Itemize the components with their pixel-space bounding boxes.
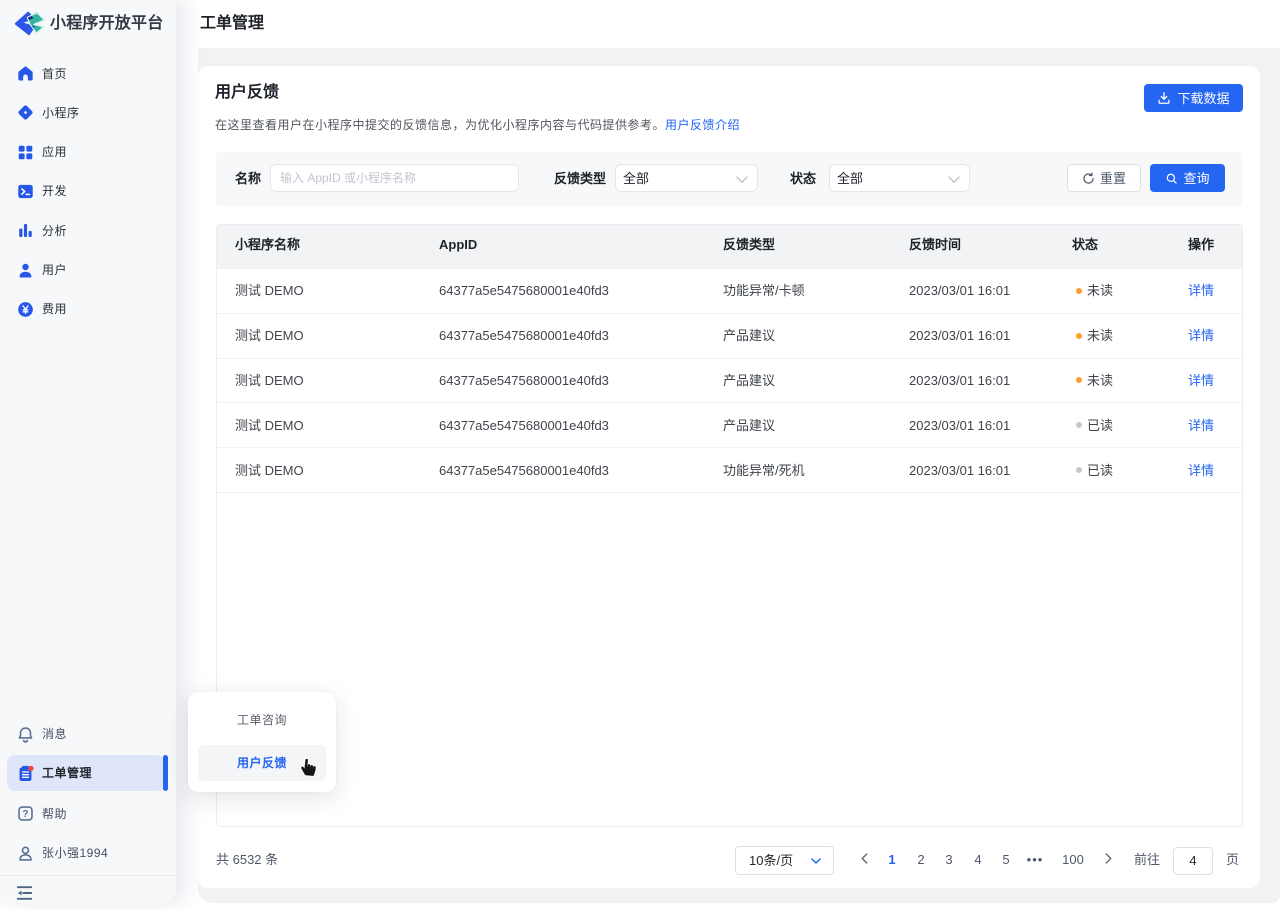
svg-text:?: ? [22,809,28,820]
